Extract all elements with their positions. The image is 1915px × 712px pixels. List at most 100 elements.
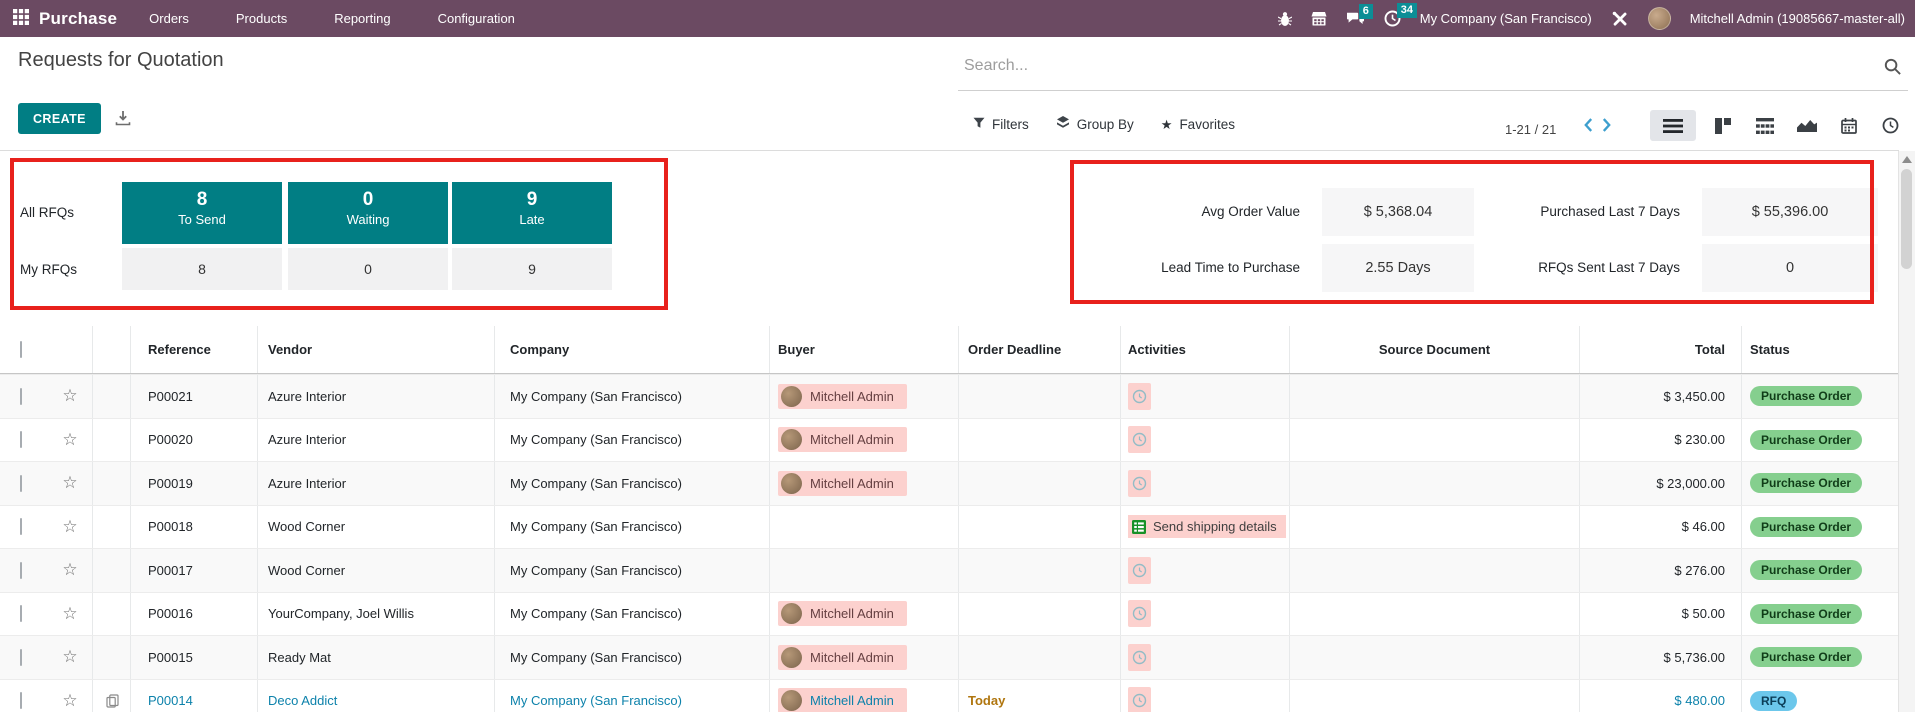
kpi-waiting-my-button[interactable]: 0 bbox=[288, 248, 448, 290]
kpi-waiting-all-button[interactable]: 0 Waiting bbox=[288, 182, 448, 244]
header-status[interactable]: Status bbox=[1742, 342, 1898, 357]
user-menu[interactable]: Mitchell Admin (19085667-master-all) bbox=[1690, 11, 1905, 26]
menu-reporting[interactable]: Reporting bbox=[334, 11, 390, 26]
activities-clock-icon[interactable]: 34 bbox=[1384, 3, 1417, 27]
row-checkbox[interactable] bbox=[20, 605, 22, 623]
table-row[interactable]: ☆ P00016 YourCompany, Joel Willis My Com… bbox=[0, 591, 1898, 635]
activity-clock-icon[interactable] bbox=[1128, 643, 1151, 671]
table-row[interactable]: ☆ P00018 Wood Corner My Company (San Fra… bbox=[0, 504, 1898, 548]
cell-company: My Company (San Francisco) bbox=[495, 418, 770, 461]
view-list-button[interactable] bbox=[1650, 110, 1696, 141]
favorite-star-icon[interactable]: ☆ bbox=[48, 647, 92, 667]
top-navbar: Purchase Orders Products Reporting Confi… bbox=[0, 0, 1915, 37]
activity-clock-icon[interactable] bbox=[1128, 600, 1151, 628]
view-activity-button[interactable] bbox=[1875, 110, 1906, 141]
rfqs-sent-last-7-days-value: 0 bbox=[1702, 244, 1878, 292]
activity-task-icon bbox=[1132, 519, 1146, 534]
cell-total: $ 230.00 bbox=[1580, 418, 1742, 461]
search-bar bbox=[958, 50, 1908, 91]
header-reference[interactable]: Reference bbox=[131, 326, 258, 373]
header-total[interactable]: Total bbox=[1580, 326, 1742, 373]
copy-icon bbox=[106, 694, 119, 708]
favorite-star-icon[interactable]: ☆ bbox=[48, 560, 92, 580]
kpi-late-my-button[interactable]: 9 bbox=[452, 248, 612, 290]
activity-clock-icon[interactable] bbox=[1128, 469, 1151, 497]
select-all-checkbox[interactable] bbox=[20, 341, 22, 358]
header-source-document[interactable]: Source Document bbox=[1290, 326, 1580, 373]
status-badge: Purchase Order bbox=[1750, 603, 1863, 624]
kpi-late-all-button[interactable]: 9 Late bbox=[452, 182, 612, 244]
activity-clock-icon[interactable] bbox=[1128, 687, 1151, 712]
buyer-tag: Mitchell Admin bbox=[778, 601, 907, 627]
company-switcher[interactable]: My Company (San Francisco) bbox=[1420, 11, 1592, 26]
cell-order-deadline: Today bbox=[959, 679, 1121, 712]
favorite-star-icon[interactable]: ☆ bbox=[48, 691, 92, 711]
favorite-star-icon[interactable]: ☆ bbox=[48, 473, 92, 493]
view-graph-button[interactable] bbox=[1791, 110, 1822, 141]
header-company[interactable]: Company bbox=[495, 326, 770, 373]
activity-clock-icon[interactable] bbox=[1128, 426, 1151, 454]
scroll-up-arrow[interactable] bbox=[1902, 156, 1912, 163]
table-row[interactable]: ☆ P00015 Ready Mat My Company (San Franc… bbox=[0, 635, 1898, 679]
search-icon[interactable] bbox=[1884, 58, 1902, 79]
header-activities[interactable]: Activities bbox=[1121, 326, 1290, 373]
debug-bug-icon[interactable] bbox=[1277, 11, 1292, 27]
row-checkbox[interactable] bbox=[20, 387, 22, 405]
table-row[interactable]: ☆ P00020 Azure Interior My Company (San … bbox=[0, 417, 1898, 461]
header-vendor[interactable]: Vendor bbox=[258, 326, 495, 373]
pager-previous-button[interactable] bbox=[1584, 118, 1593, 132]
favorite-star-icon[interactable]: ☆ bbox=[48, 517, 92, 537]
header-order-deadline[interactable]: Order Deadline bbox=[959, 326, 1121, 373]
menu-products[interactable]: Products bbox=[236, 11, 287, 26]
scrollbar-thumb[interactable] bbox=[1901, 169, 1912, 269]
row-checkbox[interactable] bbox=[20, 518, 22, 536]
messages-icon[interactable]: 6 bbox=[1346, 3, 1373, 27]
app-name[interactable]: Purchase bbox=[39, 9, 117, 29]
row-checkbox[interactable] bbox=[20, 561, 22, 579]
cell-vendor: Azure Interior bbox=[258, 462, 495, 505]
vertical-scrollbar[interactable] bbox=[1898, 151, 1915, 712]
view-calendar-button[interactable] bbox=[1833, 110, 1864, 141]
create-button[interactable]: CREATE bbox=[18, 103, 101, 134]
row-checkbox[interactable] bbox=[20, 431, 22, 449]
shop-icon[interactable] bbox=[1311, 11, 1327, 26]
table-row[interactable]: ☆ P00021 Azure Interior My Company (San … bbox=[0, 374, 1898, 418]
cell-source-document bbox=[1290, 505, 1580, 548]
buyer-avatar bbox=[781, 603, 802, 625]
apps-menu-button[interactable] bbox=[0, 9, 39, 28]
table-row[interactable]: ☆ P00017 Wood Corner My Company (San Fra… bbox=[0, 548, 1898, 592]
cell-total: $ 480.00 bbox=[1580, 679, 1742, 712]
row-checkbox[interactable] bbox=[20, 648, 22, 666]
favorite-star-icon[interactable]: ☆ bbox=[48, 430, 92, 450]
filters-button[interactable]: Filters bbox=[973, 117, 1029, 132]
view-pivot-button[interactable] bbox=[1749, 110, 1780, 141]
export-download-icon[interactable] bbox=[115, 110, 131, 129]
table-row[interactable]: ☆ P00014 Deco Addict My Company (San Fra… bbox=[0, 678, 1898, 712]
rfq-list: Reference Vendor Company Buyer Order Dea… bbox=[0, 326, 1898, 712]
row-checkbox[interactable] bbox=[20, 692, 22, 710]
row-checkbox[interactable] bbox=[20, 474, 22, 492]
kpi-to-send-all-button[interactable]: 8 To Send bbox=[122, 182, 282, 244]
table-row[interactable]: ☆ P00019 Azure Interior My Company (San … bbox=[0, 461, 1898, 505]
view-kanban-button[interactable] bbox=[1707, 110, 1738, 141]
kpi-to-send-my-button[interactable]: 8 bbox=[122, 248, 282, 290]
activity-clock-icon[interactable] bbox=[1128, 556, 1151, 584]
group-by-label: Group By bbox=[1076, 116, 1134, 132]
tools-wrench-icon[interactable] bbox=[1611, 10, 1629, 28]
favorite-star-icon[interactable]: ☆ bbox=[48, 386, 92, 406]
activity-clock-icon[interactable] bbox=[1128, 382, 1151, 410]
cell-company: My Company (San Francisco) bbox=[495, 592, 770, 635]
buyer-name: Mitchell Admin bbox=[810, 432, 894, 448]
activity-text: Send shipping details bbox=[1153, 519, 1277, 535]
user-avatar[interactable] bbox=[1647, 7, 1671, 30]
search-input[interactable] bbox=[962, 56, 1856, 76]
favorite-star-icon[interactable]: ☆ bbox=[48, 604, 92, 624]
menu-orders[interactable]: Orders bbox=[149, 11, 189, 26]
cell-total: $ 276.00 bbox=[1580, 549, 1742, 592]
pager-next-button[interactable] bbox=[1602, 118, 1611, 132]
activity-label[interactable]: Send shipping details bbox=[1128, 515, 1286, 539]
group-by-button[interactable]: Group By bbox=[1056, 116, 1134, 132]
menu-configuration[interactable]: Configuration bbox=[438, 11, 515, 26]
header-buyer[interactable]: Buyer bbox=[770, 326, 959, 373]
favorites-button[interactable]: ★ Favorites bbox=[1161, 117, 1235, 132]
